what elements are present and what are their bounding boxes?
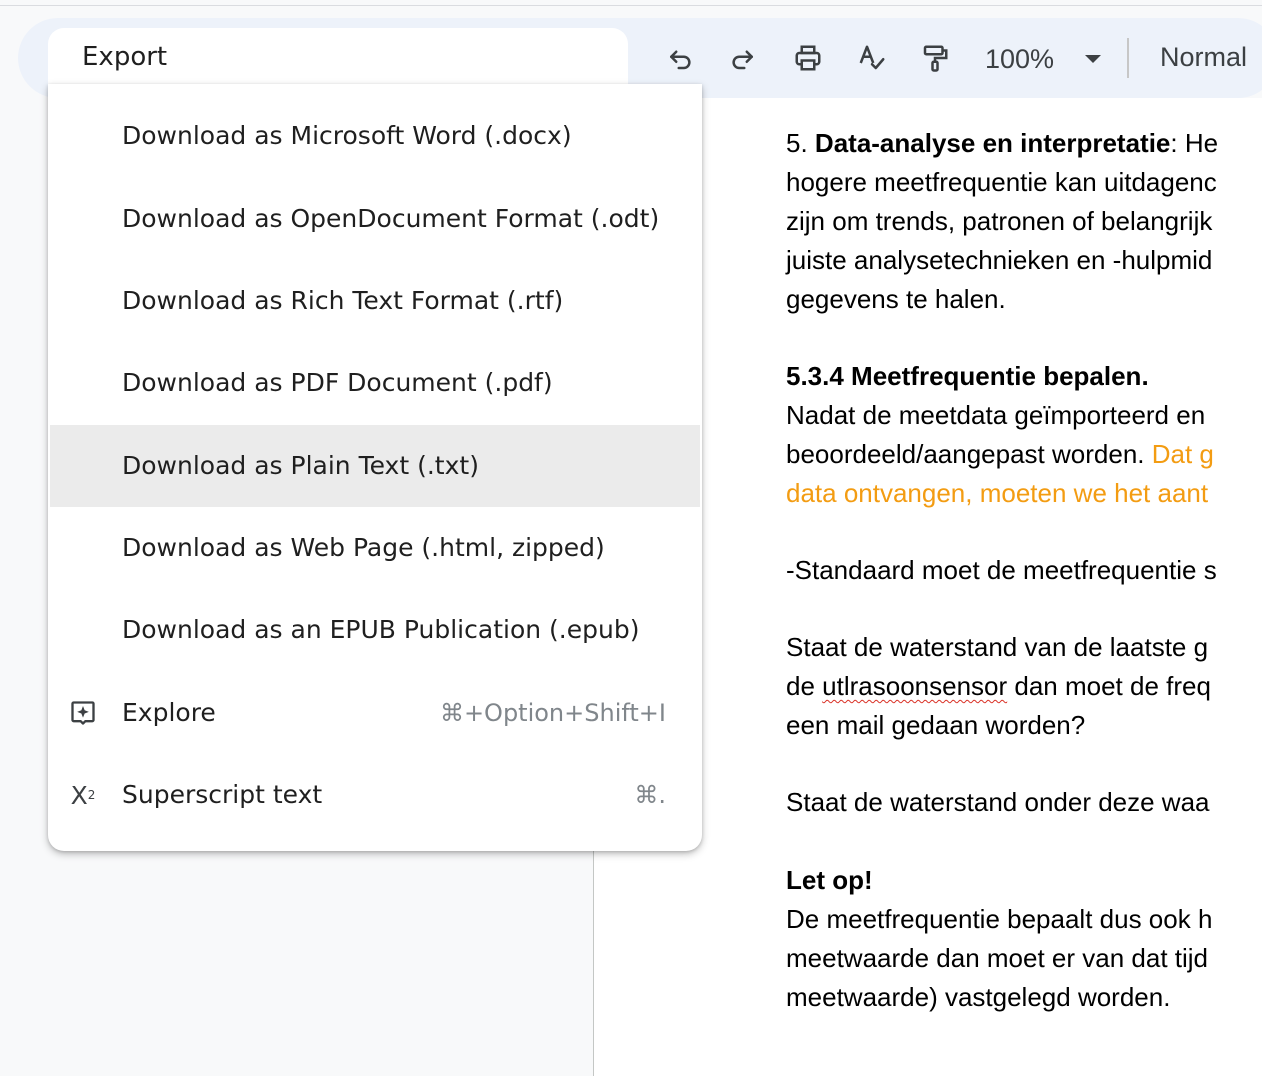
text-run: beoordeeld/aangepast worden. xyxy=(786,439,1152,469)
menu-item-download-txt[interactable]: Download as Plain Text (.txt) xyxy=(50,425,700,507)
text-line: meetwaarde) vastgelegd worden. xyxy=(786,982,1171,1012)
text-run: dan moet de freq xyxy=(1007,671,1211,701)
explore-icon xyxy=(68,698,98,728)
search-results-menu: Download as Microsoft Word (.docx) Downl… xyxy=(48,84,702,851)
text-line: zijn om trends, patronen of belangrijk xyxy=(786,206,1213,236)
menu-item-download-pdf[interactable]: Download as PDF Document (.pdf) xyxy=(50,342,700,424)
text-line: 5. Data-analyse en interpretatie: He xyxy=(786,124,1262,163)
paint-format-icon[interactable] xyxy=(917,40,953,76)
paragraph-let-op: Let op! De meetfrequentie bepaalt dus oo… xyxy=(786,861,1262,1017)
menu-item-label: Download as PDF Document (.pdf) xyxy=(122,368,553,397)
text-line: -Standaard moet de meetfrequentie s xyxy=(786,555,1217,585)
menu-item-download-html[interactable]: Download as Web Page (.html, zipped) xyxy=(50,507,700,589)
menu-item-label: Download as Rich Text Format (.rtf) xyxy=(122,286,564,315)
highlighted-text: data ontvangen, moeten we het aant xyxy=(786,478,1209,508)
paragraph-waterstand: Staat de waterstand van de laatste g de … xyxy=(786,628,1262,745)
menu-item-superscript[interactable]: X2 Superscript text ⌘. xyxy=(50,754,700,836)
text-line: gegevens te halen. xyxy=(786,284,1006,314)
highlighted-text: Dat g xyxy=(1151,439,1214,469)
menu-item-label: Download as OpenDocument Format (.odt) xyxy=(122,204,660,233)
text-line: Staat de waterstand onder deze waa xyxy=(786,787,1210,817)
menu-item-download-odt[interactable]: Download as OpenDocument Format (.odt) xyxy=(50,178,700,260)
search-menus-input[interactable] xyxy=(82,38,602,76)
menu-item-label: Download as Microsoft Word (.docx) xyxy=(122,121,572,150)
text-line: de utlrasoonsensor dan moet de freq xyxy=(786,667,1262,706)
menu-item-explore[interactable]: Explore ⌘+Option+Shift+I xyxy=(50,672,700,754)
bold-heading: Let op! xyxy=(786,865,873,895)
top-border xyxy=(0,5,1262,6)
text-line: De meetfrequentie bepaalt dus ook h xyxy=(786,904,1213,934)
paragraph-data-analysis: 5. Data-analyse en interpretatie: He hog… xyxy=(786,124,1262,319)
paragraph-style-select[interactable]: Normal xyxy=(1160,42,1247,73)
zoom-select[interactable]: 100% xyxy=(985,44,1054,75)
paragraph-onder: Staat de waterstand onder deze waa xyxy=(786,783,1262,822)
search-menus-box xyxy=(48,28,628,86)
paragraph-standard: -Standaard moet de meetfrequentie s xyxy=(786,551,1262,590)
section-heading: 5.3.4 Meetfrequentie bepalen. xyxy=(786,361,1149,391)
menu-item-label: Explore xyxy=(122,698,216,727)
shortcut-hint: ⌘. xyxy=(634,781,666,809)
menu-item-label: Download as Web Page (.html, zipped) xyxy=(122,533,605,562)
menu-item-download-rtf[interactable]: Download as Rich Text Format (.rtf) xyxy=(50,260,700,342)
toolbar-separator xyxy=(1127,38,1129,78)
redo-icon[interactable] xyxy=(725,40,761,76)
text-line: hogere meetfrequentie kan uitdagenc xyxy=(786,167,1217,197)
menu-item-download-epub[interactable]: Download as an EPUB Publication (.epub) xyxy=(50,589,700,671)
text-line: meetwaarde dan moet er van dat tijd xyxy=(786,943,1209,973)
menu-item-download-docx[interactable]: Download as Microsoft Word (.docx) xyxy=(50,95,700,177)
undo-icon[interactable] xyxy=(662,40,698,76)
menu-item-label: Download as an EPUB Publication (.epub) xyxy=(122,615,640,644)
text-line: Staat de waterstand van de laatste g xyxy=(786,632,1209,662)
text-run: 5. xyxy=(786,128,815,158)
text-run: : He xyxy=(1170,128,1219,158)
print-icon[interactable] xyxy=(790,40,826,76)
shortcut-hint: ⌘+Option+Shift+I xyxy=(439,699,666,727)
bold-text: Data-analyse en interpretatie xyxy=(814,128,1171,158)
section-heading-block: 5.3.4 Meetfrequentie bepalen. Nadat de m… xyxy=(786,357,1262,513)
menu-item-label: Download as Plain Text (.txt) xyxy=(122,451,479,480)
text-line: Nadat de meetdata geïmporteerd en xyxy=(786,400,1206,430)
spellcheck-icon[interactable] xyxy=(854,40,890,76)
superscript-icon: X2 xyxy=(70,780,96,810)
menu-item-label: Superscript text xyxy=(122,780,323,809)
text-line: beoordeeld/aangepast worden. Dat g xyxy=(786,435,1262,474)
misspelled-word[interactable]: utlrasoonsensor xyxy=(822,671,1007,701)
text-run: de xyxy=(786,671,823,701)
zoom-dropdown-icon[interactable] xyxy=(1085,55,1101,63)
text-line: een mail gedaan worden? xyxy=(786,710,1086,740)
text-line: juiste analysetechnieken en -hulpmid xyxy=(786,245,1213,275)
